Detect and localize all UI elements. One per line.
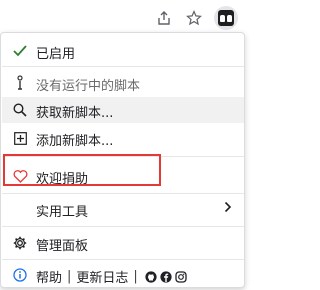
- github-icon[interactable]: [145, 270, 157, 283]
- menu-item-enabled[interactable]: 已启用: [2, 38, 244, 64]
- tampermonkey-icon[interactable]: [214, 6, 238, 30]
- footer-links: 帮助 | 更新日志 |: [36, 267, 187, 286]
- share-icon[interactable]: [154, 8, 174, 28]
- instagram-icon[interactable]: [175, 270, 187, 283]
- info-i-icon: [11, 74, 29, 92]
- footer-separator: |: [133, 269, 138, 284]
- menu-divider: [2, 156, 244, 157]
- heart-icon: [11, 167, 29, 185]
- menu-item-get-new-scripts[interactable]: 获取新脚本...: [2, 97, 244, 123]
- menu-divider: [2, 193, 244, 194]
- menu-divider: [2, 66, 244, 67]
- footer-separator: |: [67, 269, 72, 284]
- menu-item-label: 已启用: [36, 47, 76, 62]
- chevron-right-icon: [224, 201, 232, 217]
- tampermonkey-badge: [218, 10, 234, 26]
- info-circle-icon: [11, 266, 29, 284]
- menu-item-no-running-scripts: 没有运行中的脚本: [2, 70, 244, 96]
- search-icon: [11, 101, 29, 119]
- check-icon: [11, 42, 29, 60]
- menu-divider: [2, 259, 244, 260]
- menu-item-donate[interactable]: 欢迎捐助: [2, 163, 244, 189]
- menu-divider: [2, 226, 244, 227]
- menu-item-label: 添加新脚本...: [36, 134, 114, 149]
- changelog-link[interactable]: 更新日志: [76, 267, 128, 286]
- menu-item-label: 没有运行中的脚本: [36, 79, 141, 94]
- browser-toolbar: [0, 0, 249, 36]
- bookmark-star-icon[interactable]: [184, 8, 204, 28]
- menu-item-label: 实用工具: [36, 205, 89, 220]
- help-link[interactable]: 帮助: [36, 267, 62, 286]
- menu-item-label: 管理面板: [36, 239, 89, 254]
- gear-icon: [11, 234, 29, 252]
- menu-footer: 帮助 | 更新日志 |: [2, 262, 244, 288]
- menu-item-add-new-script[interactable]: 添加新脚本...: [2, 125, 244, 151]
- plus-square-icon: [11, 129, 29, 147]
- menu-item-label: 欢迎捐助: [36, 172, 89, 187]
- facebook-icon[interactable]: [160, 270, 172, 283]
- menu-item-label: 获取新脚本...: [36, 106, 114, 121]
- extension-popup-menu: 已启用 没有运行中的脚本 获取新脚本... 添加新脚本... 欢迎捐助 实用工具: [0, 32, 245, 288]
- menu-item-utilities[interactable]: 实用工具: [2, 196, 244, 222]
- menu-item-dashboard[interactable]: 管理面板: [2, 230, 244, 256]
